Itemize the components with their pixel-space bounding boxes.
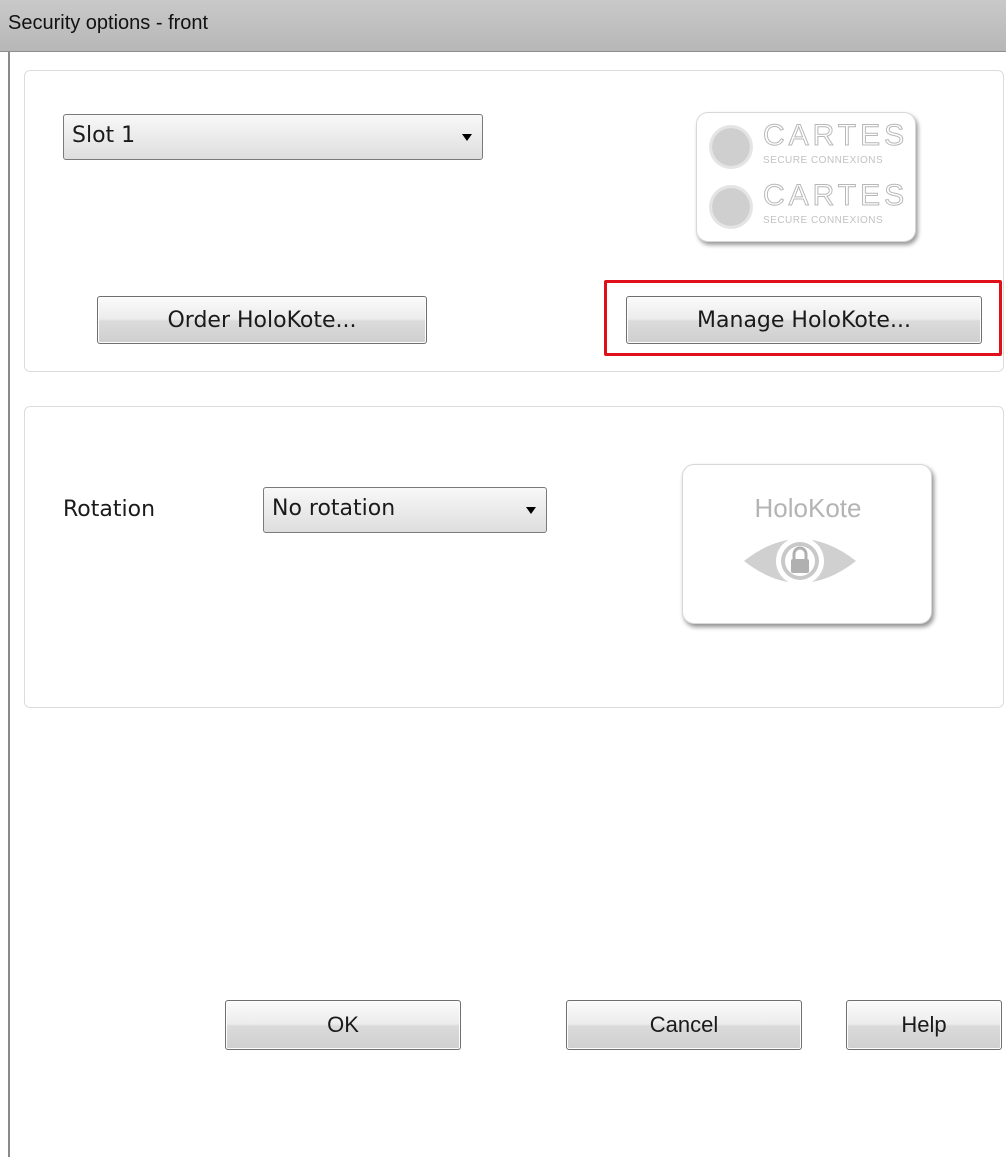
brand-tagline: SECURE CONNEXIONS [763, 215, 884, 226]
rotation-select-value: No rotation [272, 496, 396, 521]
window-left-border [8, 52, 10, 1157]
holokote-preview: HoloKote [682, 464, 932, 624]
holokote-preview-text: HoloKote [754, 493, 862, 523]
brand-name: CARTES [762, 119, 909, 153]
cancel-button[interactable]: Cancel [566, 1000, 802, 1050]
brand-logo-row: CARTES SECURE CONNEXIONS [707, 179, 912, 235]
brand-name: CARTES [762, 179, 909, 213]
slot-select-value: Slot 1 [72, 123, 136, 148]
rotation-label: Rotation [63, 497, 156, 522]
help-button[interactable]: Help [846, 1000, 1002, 1050]
chevron-down-icon [462, 134, 472, 141]
manage-holokote-button[interactable]: Manage HoloKote... [626, 296, 982, 344]
chevron-down-icon [526, 507, 536, 514]
slot-logo-preview: CARTES SECURE CONNEXIONS CARTES SECURE C… [696, 112, 916, 242]
window-title: Security options - front [8, 12, 209, 34]
window-title-bar: Security options - front [0, 0, 1006, 52]
brand-circle-icon [709, 185, 753, 229]
brand-tagline: SECURE CONNEXIONS [763, 155, 884, 166]
brand-circle-icon [709, 125, 753, 169]
order-holokote-button[interactable]: Order HoloKote... [97, 296, 427, 344]
brand-logo-row: CARTES SECURE CONNEXIONS [707, 119, 912, 175]
ok-button[interactable]: OK [225, 1000, 461, 1050]
rotation-select[interactable]: No rotation [263, 487, 547, 533]
eye-lock-icon [744, 537, 856, 585]
slot-select[interactable]: Slot 1 [63, 114, 483, 160]
